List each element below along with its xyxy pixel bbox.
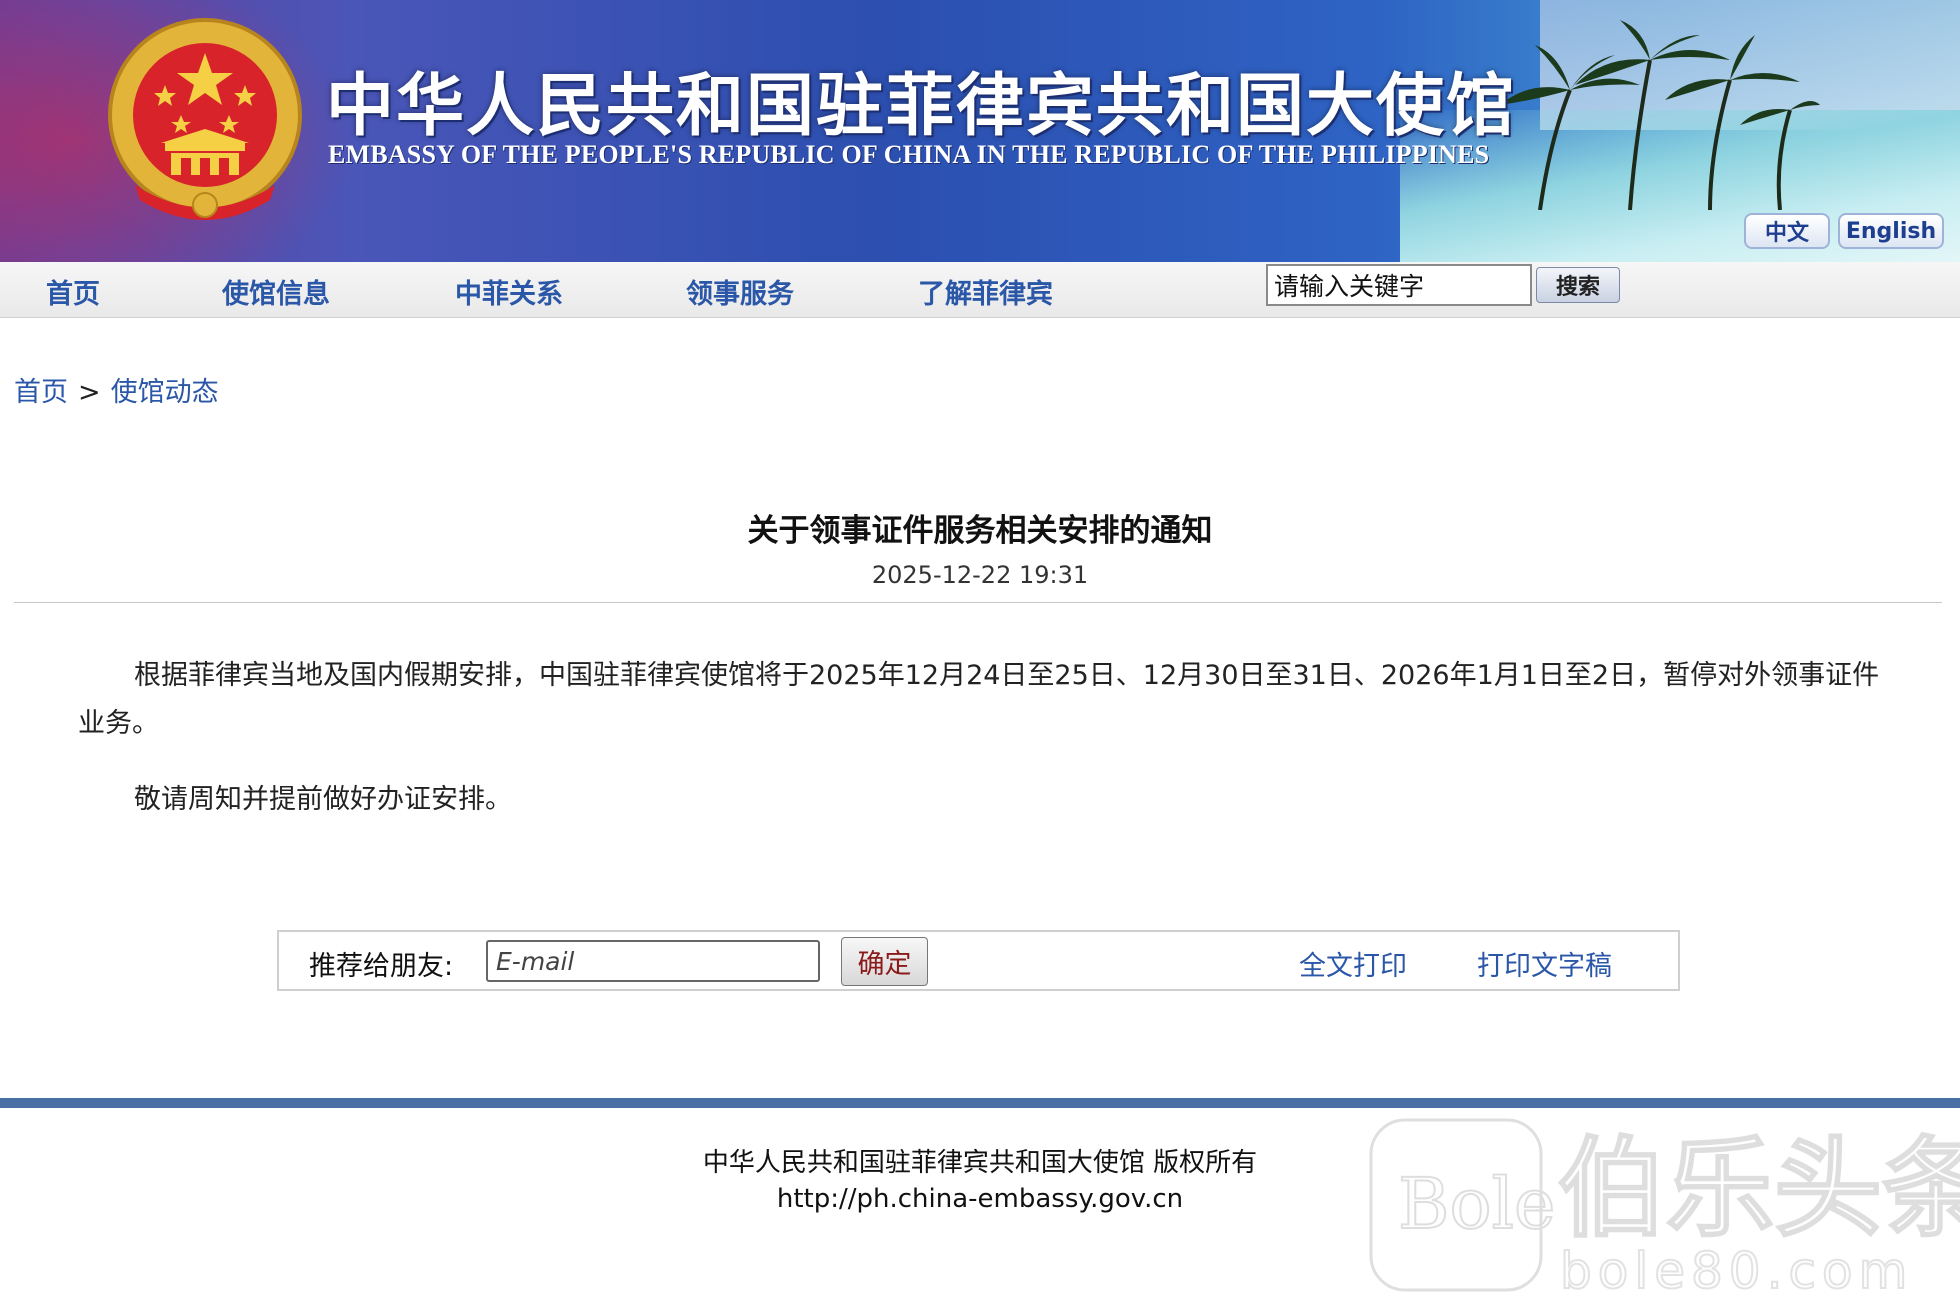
search-button[interactable]: 搜索 bbox=[1536, 267, 1620, 303]
main-nav: 首页 使馆信息 中菲关系 领事服务 了解菲律宾 bbox=[0, 262, 1960, 318]
nav-item-home[interactable]: 首页 bbox=[46, 272, 100, 311]
breadcrumb-current-link[interactable]: 使馆动态 bbox=[111, 377, 219, 408]
national-emblem-icon bbox=[108, 18, 302, 220]
watermark-logo: Bole 伯乐头条 bole80.com bbox=[1369, 1118, 1960, 1301]
breadcrumb-separator: > bbox=[78, 377, 101, 408]
watermark-name: 伯乐头条 bbox=[1558, 1127, 1960, 1252]
breadcrumb: 首页 > 使馆动态 bbox=[14, 370, 219, 409]
article-title: 关于领事证件服务相关安排的通知 bbox=[747, 513, 1213, 549]
language-english-button[interactable]: English bbox=[1838, 213, 1944, 249]
article-divider bbox=[14, 602, 1942, 603]
watermark-logo-text: Bole bbox=[1398, 1163, 1555, 1245]
nav-item-consular-services[interactable]: 领事服务 bbox=[686, 272, 794, 311]
nav-item-china-philippines-relations[interactable]: 中菲关系 bbox=[455, 272, 563, 311]
language-chinese-button[interactable]: 中文 bbox=[1744, 213, 1830, 249]
confirm-button[interactable]: 确定 bbox=[841, 937, 928, 986]
article-paragraph-1: 根据菲律宾当地及国内假期安排，中国驻菲律宾使馆将于2025年12月24日至25日… bbox=[78, 660, 1880, 739]
search-input[interactable] bbox=[1266, 264, 1532, 306]
site-title-zh: 中华人民共和国驻菲律宾共和国大使馆 bbox=[326, 66, 1517, 146]
footer-divider bbox=[0, 1098, 1960, 1108]
nav-item-about-philippines[interactable]: 了解菲律宾 bbox=[918, 272, 1053, 311]
article-paragraph-2: 敬请周知并提前做好办证安排。 bbox=[134, 784, 512, 815]
breadcrumb-home-link[interactable]: 首页 bbox=[14, 377, 68, 408]
article-date: 2025-12-22 19:31 bbox=[871, 561, 1089, 589]
print-full-link[interactable]: 全文打印 bbox=[1299, 944, 1407, 983]
header-banner: 中华人民共和国驻菲律宾共和国大使馆 EMBASSY OF THE PEOPLE'… bbox=[0, 0, 1960, 262]
nav-item-embassy-info[interactable]: 使馆信息 bbox=[222, 272, 330, 311]
watermark-domain: bole80.com bbox=[1560, 1242, 1913, 1300]
share-toolbar: 推荐给朋友: 确定 全文打印 打印文字稿 bbox=[277, 930, 1680, 991]
print-text-link[interactable]: 打印文字稿 bbox=[1477, 944, 1612, 983]
email-input[interactable] bbox=[486, 940, 820, 982]
site-title-en: EMBASSY OF THE PEOPLE'S REPUBLIC OF CHIN… bbox=[328, 140, 1490, 169]
share-label: 推荐给朋友: bbox=[309, 951, 454, 982]
